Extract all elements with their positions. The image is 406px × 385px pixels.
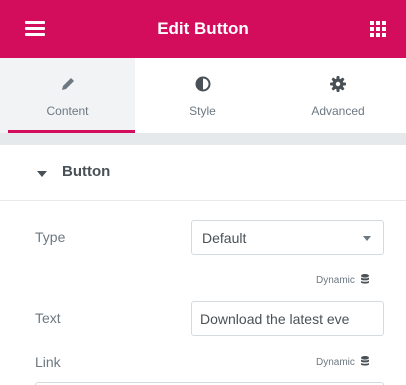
gear-icon bbox=[270, 76, 406, 92]
pencil-icon bbox=[0, 76, 135, 92]
caret-down-icon bbox=[37, 171, 47, 177]
panel-tabs: Content Style Advanced bbox=[0, 58, 406, 133]
dynamic-tags-button[interactable]: Dynamic bbox=[316, 274, 369, 287]
half-circle-icon bbox=[135, 76, 270, 92]
database-icon bbox=[360, 274, 369, 287]
panel-header: Edit Button bbox=[0, 0, 406, 58]
type-select-value: Default bbox=[202, 230, 247, 246]
link-label: Link bbox=[35, 354, 61, 370]
button-text-input[interactable] bbox=[191, 301, 384, 336]
type-label: Type bbox=[35, 229, 66, 245]
text-label: Text bbox=[35, 310, 61, 326]
hamburger-icon[interactable] bbox=[25, 21, 45, 37]
tab-advanced-label: Advanced bbox=[311, 104, 365, 118]
section-title: Button bbox=[62, 163, 111, 180]
section-toggle-button[interactable]: Button bbox=[0, 145, 406, 201]
type-select[interactable]: Default bbox=[191, 220, 384, 255]
apps-grid-icon[interactable] bbox=[370, 21, 386, 37]
tab-style-label: Style bbox=[189, 104, 216, 118]
link-dynamic-tags-button[interactable]: Dynamic bbox=[316, 356, 369, 369]
section-divider bbox=[0, 133, 406, 145]
link-dynamic-label: Dynamic bbox=[316, 357, 355, 369]
tab-content-label: Content bbox=[46, 104, 89, 118]
chevron-down-icon bbox=[363, 236, 371, 241]
panel-title: Edit Button bbox=[157, 19, 249, 38]
database-icon bbox=[360, 356, 369, 369]
tab-content[interactable]: Content bbox=[0, 58, 135, 133]
tab-style[interactable]: Style bbox=[135, 58, 270, 133]
tab-advanced[interactable]: Advanced bbox=[270, 58, 406, 133]
dynamic-label: Dynamic bbox=[316, 275, 355, 287]
